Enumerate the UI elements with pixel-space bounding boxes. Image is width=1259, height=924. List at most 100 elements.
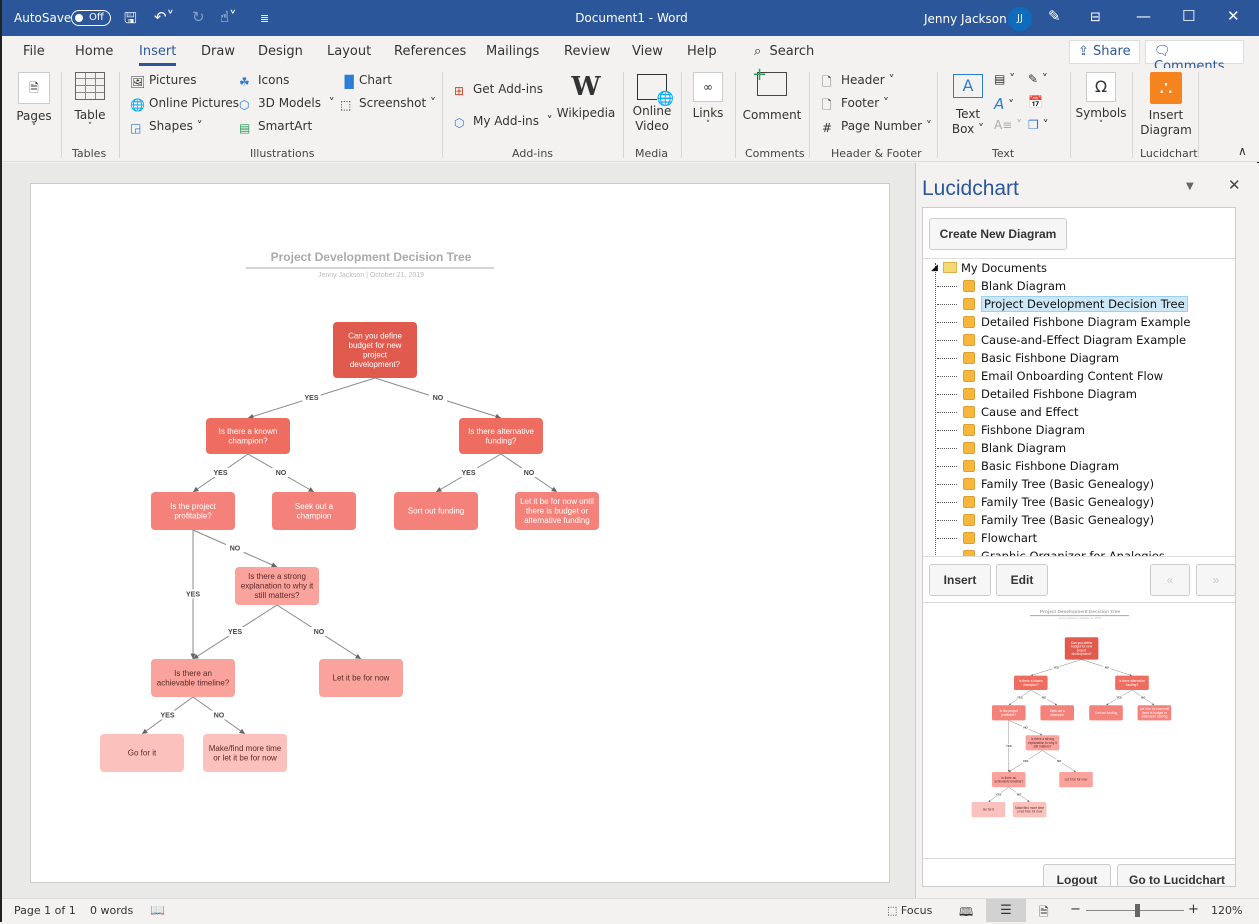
document-list-item[interactable]: Blank Diagram	[937, 277, 1066, 295]
object-button[interactable]: ❐ ˅	[1028, 118, 1049, 132]
header-button[interactable]: 🗋 Header ˅	[822, 73, 895, 89]
read-mode-icon[interactable]: 🕮	[959, 903, 973, 924]
avatar[interactable]: JJ	[1008, 7, 1032, 31]
document-list-item[interactable]: Basic Fishbone Diagram	[937, 349, 1119, 367]
document-list-item[interactable]: Blank Diagram	[937, 439, 1066, 457]
document-list-item[interactable]: Basic Fishbone Diagram	[937, 457, 1119, 475]
footer-button[interactable]: 🗋 Footer ˅	[822, 96, 889, 112]
logout-button[interactable]: Logout	[1043, 864, 1111, 886]
smartart-button[interactable]: ▤ SmartArt	[239, 119, 312, 135]
node-label: development?	[1072, 652, 1092, 656]
text-box-button[interactable]: A Text Box ˅	[948, 74, 988, 137]
table-button[interactable]: Table ˅	[70, 72, 110, 132]
insert-button[interactable]: Insert	[929, 564, 991, 596]
pane-close-icon[interactable]: ✕	[1228, 176, 1241, 194]
comments-button[interactable]: 🗨 Comments	[1145, 40, 1244, 74]
designer-icon[interactable]: ✎	[1048, 7, 1061, 25]
wordart-button[interactable]: A ˅	[994, 95, 1014, 113]
tab-home[interactable]: Home	[75, 44, 113, 59]
signature-line-button[interactable]: ✎ ˅	[1028, 72, 1048, 86]
3d-models-button[interactable]: ⬡ 3D Models ˅	[239, 96, 335, 112]
date-time-button[interactable]: 📅	[1028, 95, 1043, 109]
document-list-item[interactable]: Detailed Fishbone Diagram	[937, 385, 1137, 403]
ribbon-display-icon[interactable]: ⊟	[1090, 10, 1101, 25]
tab-help[interactable]: Help	[687, 44, 717, 59]
document-list-item[interactable]: Detailed Fishbone Diagram Example	[937, 313, 1190, 331]
pages-button[interactable]: 🗎 Pages ˅	[14, 72, 54, 133]
page-number-button[interactable]: # Page Number ˅	[822, 119, 932, 135]
screenshot-button[interactable]: ⬚ Screenshot ˅	[340, 96, 436, 112]
word-count[interactable]: 0 words	[90, 904, 133, 917]
zoom-in-button[interactable]: +	[1188, 902, 1199, 917]
node-label: Go for it	[128, 749, 157, 758]
pane-options-icon[interactable]: ▼	[1186, 181, 1194, 192]
create-new-diagram-button[interactable]: Create New Diagram	[929, 218, 1067, 250]
diagram-file-icon	[963, 334, 975, 346]
wikipedia-button[interactable]: W Wikipedia	[554, 72, 618, 120]
symbols-button[interactable]: Ω Symbols ˅	[1074, 72, 1128, 130]
share-button[interactable]: ⇪ Share	[1069, 40, 1140, 64]
folder-my-documents[interactable]: ◢ My Documents	[931, 259, 1047, 277]
tab-draw[interactable]: Draw	[201, 44, 235, 59]
get-addins-button[interactable]: ⊞ Get Add-ins	[454, 82, 543, 98]
maximize-icon[interactable]: ☐	[1182, 7, 1195, 25]
go-to-lucidchart-button[interactable]: Go to Lucidchart	[1117, 864, 1235, 886]
quick-parts-button[interactable]: ▤ ˅	[994, 72, 1015, 86]
tab-insert[interactable]: Insert	[139, 44, 177, 66]
document-page[interactable]: Project Development Decision Tree Jenny J…	[30, 183, 890, 883]
tab-review[interactable]: Review	[564, 44, 610, 59]
links-button[interactable]: ∞ Links ˅	[690, 72, 726, 130]
online-pictures-button[interactable]: 🌐 Online Pictures	[130, 96, 239, 112]
group-lucidchart: Lucidchart	[1140, 147, 1198, 160]
zoom-level[interactable]: 120%	[1211, 904, 1242, 917]
document-list-item[interactable]: Cause-and-Effect Diagram Example	[937, 331, 1186, 349]
online-video-button[interactable]: 🌐 Online Video	[628, 74, 676, 134]
tab-layout[interactable]: Layout	[327, 44, 371, 59]
minimize-icon[interactable]: —	[1136, 7, 1151, 25]
chart-button[interactable]: ▐▌Chart	[340, 73, 392, 89]
collapse-ribbon-icon[interactable]: ∧	[1238, 144, 1247, 158]
calendar-icon: 📅	[1028, 95, 1043, 109]
next-page-button[interactable]: »	[1196, 564, 1235, 596]
close-icon[interactable]: ✕	[1227, 7, 1240, 25]
print-layout-icon[interactable]: ☰	[986, 899, 1026, 922]
icons-button[interactable]: ☘ Icons	[239, 73, 289, 89]
comment-button[interactable]: + Comment	[742, 64, 802, 122]
diagram-preview: Project Development Decision TreeJenny J…	[971, 609, 1172, 818]
document-list-item[interactable]: Flowchart	[937, 529, 1037, 547]
insert-diagram-button[interactable]: ∴ Insert Diagram	[1138, 72, 1194, 138]
search-box[interactable]: ⌕ Search	[754, 44, 814, 59]
tab-design[interactable]: Design	[258, 44, 303, 59]
document-list-item[interactable]: Project Development Decision Tree	[937, 295, 1188, 313]
tab-view[interactable]: View	[632, 44, 663, 59]
user-name[interactable]: Jenny Jackson	[924, 12, 1007, 26]
document-tree[interactable]: ◢ My Documents Blank Diagram Project Deve…	[923, 258, 1235, 556]
document-list-item[interactable]: Family Tree (Basic Genealogy)	[937, 475, 1154, 493]
document-list-item[interactable]: Cause and Effect	[937, 403, 1078, 421]
zoom-slider-thumb[interactable]	[1135, 904, 1141, 917]
my-addins-button[interactable]: ⬡ My Add-ins ˅	[454, 114, 553, 130]
previous-page-button[interactable]: «	[1150, 564, 1190, 596]
web-layout-icon[interactable]: 🗎	[1039, 903, 1049, 924]
tab-mailings[interactable]: Mailings	[486, 44, 539, 59]
pictures-button[interactable]: 🖼 Pictures	[130, 73, 197, 89]
document-list-item[interactable]: Fishbone Diagram	[937, 421, 1085, 439]
document-list-item[interactable]: Graphic Organizer for Analogies	[959, 547, 1165, 556]
document-list-item[interactable]: Family Tree (Basic Genealogy)	[937, 493, 1154, 511]
decision-tree-diagram[interactable]: Project Development Decision Tree Jenny J…	[31, 184, 891, 884]
drop-cap-button[interactable]: A≡ ˅	[994, 118, 1022, 132]
zoom-out-button[interactable]: −	[1070, 902, 1081, 917]
diagram-subtitle: Jenny Jackson | October 21, 2019	[318, 272, 424, 279]
shapes-button[interactable]: ◲ Shapes ˅	[130, 119, 203, 135]
page-count[interactable]: Page 1 of 1	[14, 904, 76, 917]
pane-title: Lucidchart	[922, 177, 1019, 200]
node-label: Let it be for now	[333, 674, 390, 683]
focus-button[interactable]: ⬚ Focus	[887, 904, 932, 917]
document-list-item[interactable]: Email Onboarding Content Flow	[937, 367, 1163, 385]
document-list-item[interactable]: Family Tree (Basic Genealogy)	[937, 511, 1154, 529]
tab-file[interactable]: File	[23, 44, 45, 59]
tab-references[interactable]: References	[394, 44, 466, 59]
proofing-icon[interactable]: 📖	[150, 903, 165, 917]
edit-button[interactable]: Edit	[996, 564, 1048, 596]
edge-label: YES	[461, 470, 475, 477]
